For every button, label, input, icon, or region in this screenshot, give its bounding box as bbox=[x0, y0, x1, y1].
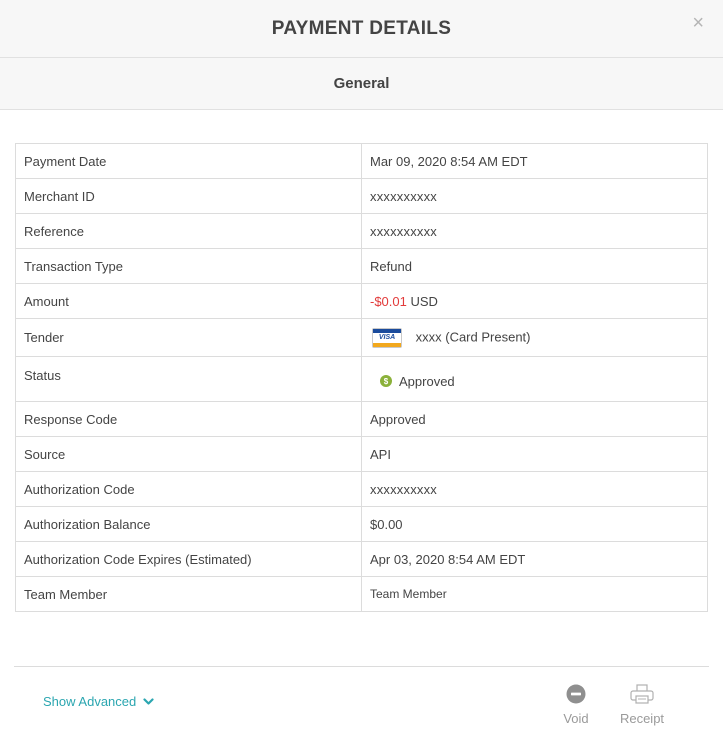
footer-divider bbox=[14, 666, 709, 667]
void-label: Void bbox=[563, 711, 589, 726]
modal-header: PAYMENT DETAILS × bbox=[0, 0, 723, 58]
authorization-code-label: Authorization Code bbox=[15, 471, 362, 507]
transaction-type-value: Refund bbox=[361, 248, 708, 284]
payment-details-modal: PAYMENT DETAILS × General Payment Date M… bbox=[0, 0, 723, 753]
response-code-label: Response Code bbox=[15, 401, 362, 437]
response-code-value: Approved bbox=[361, 401, 708, 437]
table-row: Reference xxxxxxxxxx bbox=[15, 213, 708, 249]
source-label: Source bbox=[15, 436, 362, 472]
reference-value: xxxxxxxxxx bbox=[361, 213, 708, 249]
receipt-button[interactable]: Receipt bbox=[617, 684, 667, 726]
printer-icon bbox=[617, 684, 667, 707]
authorization-code-value: xxxxxxxxxx bbox=[361, 471, 708, 507]
amount-label: Amount bbox=[15, 283, 362, 319]
payment-date-label: Payment Date bbox=[15, 143, 362, 179]
team-member-value: Team Member bbox=[361, 576, 708, 612]
table-row: Status $ Approved bbox=[15, 356, 708, 402]
merchant-id-label: Merchant ID bbox=[15, 178, 362, 214]
authorization-balance-label: Authorization Balance bbox=[15, 506, 362, 542]
authorization-balance-value: $0.00 bbox=[361, 506, 708, 542]
status-label: Status bbox=[15, 356, 362, 402]
section-header: General bbox=[0, 58, 723, 110]
amount-value: -$0.01 bbox=[370, 293, 407, 309]
tender-cell: VISA xxxx (Card Present) bbox=[361, 318, 708, 357]
payment-date-value: Mar 09, 2020 8:54 AM EDT bbox=[361, 143, 708, 179]
receipt-label: Receipt bbox=[619, 711, 665, 726]
source-value: API bbox=[361, 436, 708, 472]
table-row: Response Code Approved bbox=[15, 401, 708, 437]
tender-label: Tender bbox=[15, 318, 362, 357]
table-row: Authorization Code xxxxxxxxxx bbox=[15, 471, 708, 507]
amount-currency: USD bbox=[410, 293, 438, 309]
table-row: Transaction Type Refund bbox=[15, 248, 708, 284]
minus-circle-icon bbox=[558, 684, 594, 707]
chevron-down-icon bbox=[143, 694, 154, 709]
tender-value: xxxx (Card Present) bbox=[415, 328, 531, 344]
authorization-code-expires-value: Apr 03, 2020 8:54 AM EDT bbox=[361, 541, 708, 577]
modal-title: PAYMENT DETAILS bbox=[271, 17, 452, 39]
table-row: Payment Date Mar 09, 2020 8:54 AM EDT bbox=[15, 143, 708, 179]
team-member-label: Team Member bbox=[15, 576, 362, 612]
reference-label: Reference bbox=[15, 213, 362, 249]
visa-card-icon: VISA bbox=[372, 327, 402, 348]
status-cell: $ Approved bbox=[361, 356, 708, 402]
merchant-id-value: xxxxxxxxxx bbox=[361, 178, 708, 214]
close-icon[interactable]: × bbox=[692, 13, 704, 33]
table-row: Merchant ID xxxxxxxxxx bbox=[15, 178, 708, 214]
dollar-circle-icon: $ bbox=[380, 375, 392, 387]
payment-details-table: Payment Date Mar 09, 2020 8:54 AM EDT Me… bbox=[15, 143, 708, 612]
table-row: Tender VISA xxxx (Card Present) bbox=[15, 318, 708, 357]
show-advanced-link[interactable]: Show Advanced bbox=[43, 694, 154, 709]
table-row: Team Member Team Member bbox=[15, 576, 708, 612]
section-title: General bbox=[333, 75, 390, 92]
transaction-type-label: Transaction Type bbox=[15, 248, 362, 284]
table-row: Amount -$0.01 USD bbox=[15, 283, 708, 319]
authorization-code-expires-label: Authorization Code Expires (Estimated) bbox=[15, 541, 362, 577]
table-row: Authorization Code Expires (Estimated) A… bbox=[15, 541, 708, 577]
show-advanced-label: Show Advanced bbox=[43, 694, 137, 709]
table-row: Source API bbox=[15, 436, 708, 472]
card-brand: VISA bbox=[378, 333, 396, 341]
table-row: Authorization Balance $0.00 bbox=[15, 506, 708, 542]
amount-cell: -$0.01 USD bbox=[361, 283, 708, 319]
status-value: Approved bbox=[399, 373, 455, 389]
void-button[interactable]: Void bbox=[558, 684, 594, 726]
